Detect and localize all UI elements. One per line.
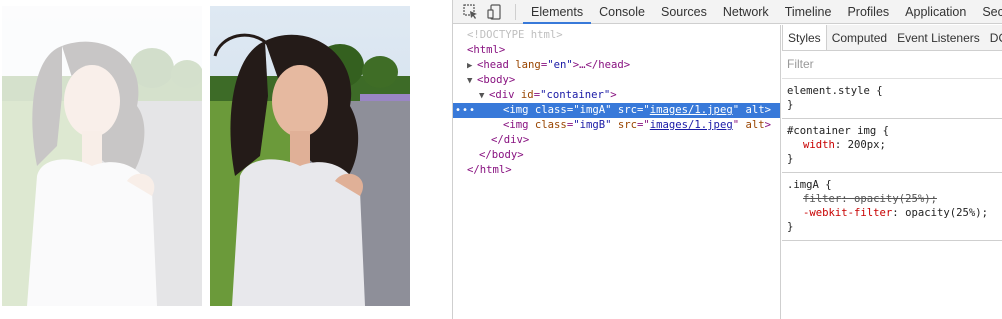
tab-timeline[interactable]: Timeline bbox=[777, 0, 840, 24]
collapse-triangle-icon[interactable]: ▼ bbox=[479, 89, 489, 104]
expand-triangle-icon[interactable]: ▶ bbox=[467, 59, 477, 74]
photo-img-a[interactable] bbox=[2, 6, 202, 306]
html-open-tag: <html> bbox=[467, 44, 506, 56]
declaration-width[interactable]: width: 200px; bbox=[787, 138, 998, 152]
styles-subtabs: Styles Computed Event Listeners DO bbox=[782, 25, 1002, 51]
css-property: -webkit-filter bbox=[803, 207, 893, 219]
dom-tree: <!DOCTYPE html> <html> ▶ <head lang="en">… bbox=[453, 25, 781, 319]
subtab-dom-breakpoints[interactable]: DO bbox=[985, 25, 1002, 50]
rule-close: } bbox=[787, 221, 794, 233]
rule-selector: element.style { bbox=[787, 85, 883, 97]
devtools-panel: Elements Console Sources Network Timelin… bbox=[452, 0, 1002, 319]
toolbar-divider bbox=[515, 4, 516, 20]
devtools-tabs: Elements Console Sources Network Timelin… bbox=[523, 0, 1002, 24]
css-value: 200px; bbox=[847, 139, 886, 151]
declaration-webkit-filter[interactable]: -webkit-filter: opacity(25%); bbox=[787, 206, 998, 220]
subtab-styles[interactable]: Styles bbox=[782, 25, 827, 50]
src-link[interactable]: images/1.jpeg bbox=[650, 104, 733, 116]
portrait-photo-faded bbox=[2, 6, 202, 306]
class-attr-name: class bbox=[534, 104, 567, 116]
src-attr-name: src bbox=[617, 119, 638, 131]
class-attr-value: "imgB" bbox=[573, 119, 612, 131]
div-attr-value: "container" bbox=[540, 89, 611, 101]
device-mode-icon[interactable] bbox=[487, 4, 503, 20]
dom-img-b[interactable]: <img class="imgB" src="images/1.jpeg" al… bbox=[453, 118, 780, 133]
css-value: opacity(25%); bbox=[905, 207, 988, 219]
css-value: opacity(25%); bbox=[854, 193, 937, 205]
alt-attr-name: alt bbox=[745, 119, 765, 131]
doctype-text: <!DOCTYPE html> bbox=[467, 29, 563, 41]
dom-img-a-selected[interactable]: ••• <img class="imgA" src="images/1.jpeg… bbox=[453, 103, 780, 118]
head-tag: head bbox=[483, 59, 509, 71]
css-property: filter bbox=[803, 193, 842, 205]
devtools-toolbar: Elements Console Sources Network Timelin… bbox=[453, 0, 1002, 24]
photo-img-b[interactable] bbox=[210, 6, 410, 306]
portrait-photo bbox=[210, 6, 410, 306]
class-attr-name: class bbox=[534, 119, 567, 131]
tab-elements[interactable]: Elements bbox=[523, 0, 592, 24]
tab-security[interactable]: Securit bbox=[974, 0, 1002, 24]
dom-body[interactable]: ▼ <body> bbox=[453, 73, 780, 89]
subtab-computed[interactable]: Computed bbox=[827, 25, 892, 50]
rule-imgA[interactable]: .imgA { filter: opacity(25%); -webkit-fi… bbox=[782, 173, 1002, 241]
tab-network[interactable]: Network bbox=[715, 0, 777, 24]
styles-filter-input[interactable]: Filter bbox=[782, 51, 1002, 79]
dom-div-container[interactable]: ▼ <div id="container"> bbox=[453, 88, 780, 104]
img-tag: img bbox=[509, 104, 529, 116]
rule-element-style[interactable]: element.style { } bbox=[782, 79, 1002, 119]
styles-pane: Styles Computed Event Listeners DO Filte… bbox=[782, 25, 1002, 319]
tab-profiles[interactable]: Profiles bbox=[839, 0, 897, 24]
rule-container-img[interactable]: #container img { width: 200px; } bbox=[782, 119, 1002, 173]
rendered-page bbox=[0, 0, 452, 319]
rule-close: } bbox=[787, 99, 794, 111]
alt-attr-name: alt bbox=[745, 104, 765, 116]
tab-sources[interactable]: Sources bbox=[653, 0, 715, 24]
body-close-tag: </body> bbox=[479, 149, 524, 161]
head-attr-value: "en" bbox=[547, 59, 573, 71]
head-attr-name: lang bbox=[515, 59, 541, 71]
head-rest: >…</head> bbox=[572, 59, 631, 71]
dom-doctype[interactable]: <!DOCTYPE html> bbox=[453, 28, 780, 43]
body-tag: body bbox=[483, 74, 509, 86]
html-close-tag: </html> bbox=[467, 164, 512, 176]
collapse-triangle-icon[interactable]: ▼ bbox=[467, 74, 477, 89]
declaration-filter-overridden[interactable]: filter: opacity(25%); bbox=[787, 192, 998, 206]
rule-selector: #container img { bbox=[787, 125, 890, 137]
div-close-tag: </div> bbox=[491, 134, 530, 146]
dom-body-close[interactable]: </body> bbox=[453, 148, 780, 163]
tab-application[interactable]: Application bbox=[897, 0, 974, 24]
tab-console[interactable]: Console bbox=[591, 0, 653, 24]
css-property: width bbox=[803, 139, 835, 151]
dom-head[interactable]: ▶ <head lang="en">…</head> bbox=[453, 58, 780, 74]
src-attr-name: src bbox=[617, 104, 638, 116]
div-tag: div bbox=[495, 89, 515, 101]
more-dots-icon[interactable]: ••• bbox=[455, 103, 476, 118]
dom-html-close[interactable]: </html> bbox=[453, 163, 780, 178]
img-tag: img bbox=[509, 119, 529, 131]
src-link[interactable]: images/1.jpeg bbox=[650, 119, 733, 131]
div-attr-name: id bbox=[520, 89, 534, 101]
class-attr-value: "imgA" bbox=[573, 104, 612, 116]
dom-div-close[interactable]: </div> bbox=[453, 133, 780, 148]
inspect-element-icon[interactable] bbox=[463, 4, 479, 20]
subtab-event-listeners[interactable]: Event Listeners bbox=[892, 25, 985, 50]
rule-close: } bbox=[787, 153, 794, 165]
rule-selector: .imgA { bbox=[787, 179, 832, 191]
dom-html-open[interactable]: <html> bbox=[453, 43, 780, 58]
